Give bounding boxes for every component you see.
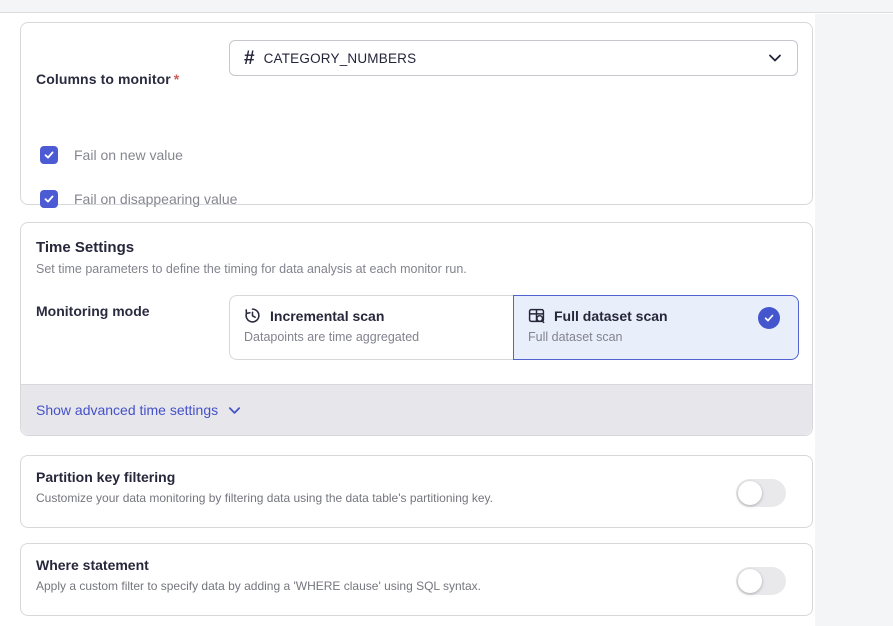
show-advanced-time-settings-link[interactable]: Show advanced time settings [36, 402, 242, 418]
columns-dropdown[interactable]: # CATEGORY_NUMBERS [229, 40, 798, 76]
fail-on-new-value-label: Fail on new value [74, 147, 183, 163]
option-full-dataset-scan[interactable]: Full dataset scan Full dataset scan [513, 295, 799, 360]
partition-key-filtering-description: Customize your data monitoring by filter… [36, 491, 493, 505]
chevron-down-icon [229, 406, 241, 414]
toggle-knob [738, 569, 762, 593]
monitoring-mode-label: Monitoring mode [36, 303, 150, 319]
partition-key-filtering-card: Partition key filtering Customize your d… [20, 455, 813, 528]
option-incremental-title: Incremental scan [270, 307, 385, 324]
checkmark-icon [44, 195, 54, 203]
time-settings-title: Time Settings [36, 239, 135, 256]
monitoring-mode-options: Incremental scan Datapoints are time agg… [229, 295, 799, 360]
option-incremental-description: Datapoints are time aggregated [244, 330, 420, 344]
fail-on-new-value-checkbox[interactable] [40, 146, 58, 164]
option-incremental-scan[interactable]: Incremental scan Datapoints are time agg… [229, 295, 513, 360]
fail-on-new-value-row: Fail on new value [40, 146, 183, 164]
fail-on-disappearing-value-checkbox[interactable] [40, 190, 58, 208]
checkmark-icon [44, 151, 54, 159]
option-full-dataset-title: Full dataset scan [554, 307, 668, 324]
hash-icon: # [244, 47, 255, 69]
where-statement-title: Where statement [36, 557, 149, 573]
where-statement-toggle[interactable] [736, 567, 786, 595]
time-settings-card: Time Settings Set time parameters to def… [20, 222, 813, 436]
checkmark-icon [764, 314, 774, 322]
show-advanced-time-settings-label: Show advanced time settings [36, 402, 219, 418]
option-full-dataset-description: Full dataset scan [528, 330, 623, 344]
columns-dropdown-value: CATEGORY_NUMBERS [263, 50, 417, 66]
fail-on-disappearing-value-label: Fail on disappearing value [74, 191, 238, 207]
chevron-down-icon [767, 50, 783, 66]
where-statement-description: Apply a custom filter to specify data by… [36, 579, 482, 593]
columns-to-monitor-card: Columns to monitor * # CATEGORY_NUMBERS F… [20, 22, 813, 208]
top-divider [0, 0, 893, 13]
required-marker: * [173, 71, 180, 87]
columns-to-monitor-label-text: Columns to monitor [36, 71, 171, 87]
advanced-time-settings-bar: Show advanced time settings [21, 384, 812, 435]
fail-on-disappearing-value-row: Fail on disappearing value [40, 190, 237, 208]
clock-history-icon [244, 307, 261, 324]
page-gutter [815, 14, 893, 626]
table-search-icon [528, 307, 545, 324]
partition-key-filtering-toggle[interactable] [736, 479, 786, 507]
partition-key-filtering-title: Partition key filtering [36, 469, 176, 485]
selected-check-badge [758, 307, 780, 329]
where-statement-card: Where statement Apply a custom filter to… [20, 543, 813, 616]
time-settings-subtitle: Set time parameters to define the timing… [36, 262, 467, 276]
toggle-knob [738, 481, 762, 505]
columns-to-monitor-label: Columns to monitor * [36, 71, 179, 87]
